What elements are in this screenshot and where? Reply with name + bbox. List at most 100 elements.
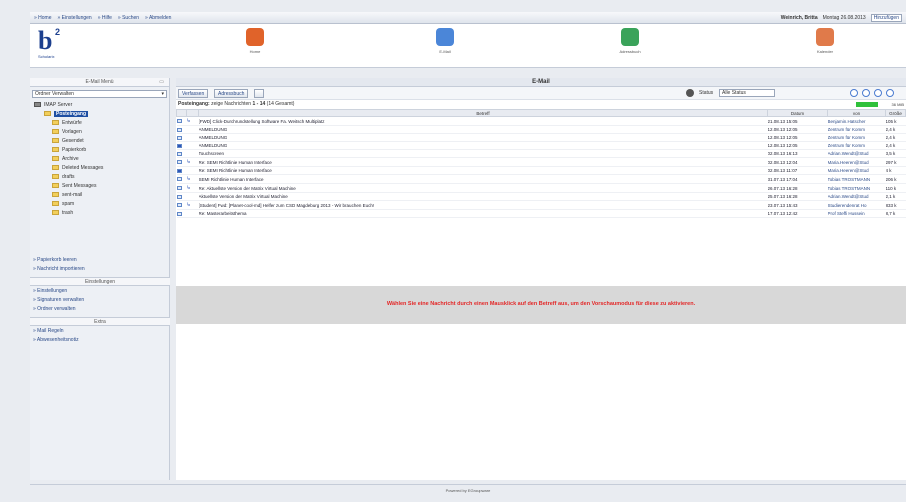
folder-item[interactable]: Deleted Messages: [30, 164, 169, 173]
folder-icon: [52, 120, 59, 126]
table-row[interactable]: Re: SEMI Richtlinie Human Interface 02.08…: [176, 166, 906, 175]
message-subject[interactable]: Re: SEMI Richtlinie Human Interface: [198, 157, 768, 167]
column-header[interactable]: Größe: [885, 109, 906, 117]
top-nav-item[interactable]: » Home: [34, 15, 52, 21]
nav-addressbook[interactable]: Adressbuch: [610, 28, 650, 54]
table-row[interactable]: ↳ SEMI Richtlinie Human Interface 31.07.13…: [176, 174, 906, 184]
compose-button[interactable]: Verfassen: [178, 89, 209, 98]
sidebar-menu: » Papierkorb leeren» Nachricht importier…: [30, 256, 170, 345]
nav-calendar[interactable]: Kalender: [805, 28, 845, 54]
folder-item[interactable]: Posteingang: [30, 110, 169, 119]
nav-label: Home: [249, 49, 261, 54]
sidebar-link[interactable]: » Ordner verwalten: [30, 305, 170, 314]
message-subject[interactable]: Re: SEMI Richtlinie Human Interface: [198, 166, 768, 175]
sidebar-link[interactable]: » Signaturen verwalten: [30, 296, 170, 305]
table-row[interactable]: ↳ [FWD] Click-Durchrundstellung Software …: [176, 116, 906, 126]
message-from[interactable]: Adrian.Wendt@Stud: [827, 192, 886, 201]
collapse-icon[interactable]: ▭: [159, 78, 164, 87]
tree-root-imap[interactable]: IMAP Server: [30, 101, 169, 110]
message-subject[interactable]: ANMELDUNG: [198, 125, 768, 134]
next-page-icon[interactable]: [874, 89, 882, 97]
column-header[interactable]: [176, 109, 187, 117]
folder-item[interactable]: Sent Messages: [30, 182, 169, 191]
message-subject[interactable]: Aktuellste Version der Matrix Virtual Ma…: [198, 192, 768, 201]
current-date: Montag 26.08.2013: [822, 15, 866, 21]
nav-email[interactable]: E-Mail: [425, 28, 465, 54]
main-panel: E-Mail Verfassen Adressbuch Status Alle …: [176, 78, 906, 480]
message-from[interactable]: Tobias TROSTMANN: [827, 183, 886, 193]
folder-item[interactable]: spam: [30, 200, 169, 209]
message-from[interactable]: Zentrum für Komm: [827, 141, 886, 150]
folder-icon: [52, 174, 59, 180]
folder-item[interactable]: Papierkorb: [30, 146, 169, 155]
table-row[interactable]: Aktuellste Version der Matrix Virtual Ma…: [176, 192, 906, 201]
sidebar-link[interactable]: » Abwesenheitsnotiz: [30, 336, 170, 345]
table-row[interactable]: Re: Masterarbeitsthema 17.07.13 12:42 Prof…: [176, 209, 906, 218]
folder-item[interactable]: sent-mail: [30, 191, 169, 200]
message-size: 110 k: [885, 183, 906, 193]
table-row[interactable]: Touchscreen 02.08.13 16:13 Adrian.Wendt@St…: [176, 149, 906, 158]
table-row[interactable]: ANMELDUNG 12.08.13 12:05 Zentrum für Komm 2…: [176, 141, 906, 150]
nav-label: E-Mail: [439, 49, 451, 54]
message-subject[interactable]: [Student] Fwd: [Planet-cool-md] Helfer z…: [198, 200, 768, 210]
folder-item[interactable]: Entwürfe: [30, 119, 169, 128]
folder-item[interactable]: trash: [30, 209, 169, 218]
select-icon[interactable]: [254, 89, 264, 98]
first-page-icon[interactable]: [850, 89, 858, 97]
message-subject[interactable]: [FWD] Click-Durchrundstellung Software F…: [198, 116, 768, 126]
message-from[interactable]: Benjamin.Hatscher: [827, 116, 886, 126]
table-row[interactable]: ↳ Re: Aktuellste Version der Matrix Virtu…: [176, 183, 906, 193]
message-from[interactable]: Maria.Heeren@Stud: [827, 157, 886, 167]
quick-add-select[interactable]: Hinzufügen: [870, 14, 902, 22]
addressbook-button[interactable]: Adressbuch: [214, 89, 249, 98]
message-subject[interactable]: Re: Aktuellste Version der Matrix Virtua…: [198, 183, 768, 193]
table-row[interactable]: ANMELDUNG 12.08.13 12:05 Zentrum für Komm 2…: [176, 125, 906, 134]
column-header[interactable]: [186, 109, 199, 117]
server-icon: [34, 102, 41, 108]
message-subject[interactable]: ANMELDUNG: [198, 141, 768, 150]
message-subject[interactable]: SEMI Richtlinie Human Interface: [198, 174, 768, 184]
page-title: E-Mail: [176, 78, 906, 87]
nav-label: Adressbuch: [619, 49, 641, 54]
sidebar-link[interactable]: » Einstellungen: [30, 287, 170, 296]
message-from[interactable]: Tobias TROSTMANN: [827, 174, 886, 184]
top-nav-item[interactable]: » Einstellungen: [58, 15, 92, 21]
message-from[interactable]: Zentrum für Komm: [827, 133, 886, 142]
settings-icon[interactable]: [686, 89, 694, 97]
attachment-icon: ↳: [186, 118, 191, 124]
prev-page-icon[interactable]: [862, 89, 870, 97]
folder-item[interactable]: Gesendet: [30, 137, 169, 146]
nav-home[interactable]: Home: [235, 28, 275, 54]
message-from[interactable]: Zentrum für Komm: [827, 125, 886, 134]
folder-item[interactable]: Archive: [30, 155, 169, 164]
folder-item[interactable]: Vorlagen: [30, 128, 169, 137]
message-subject[interactable]: ANMELDUNG: [198, 133, 768, 142]
folder-select[interactable]: Ordner Verwalten ▾: [32, 90, 167, 98]
attachment-icon: ↳: [186, 159, 191, 165]
table-row[interactable]: ↳ Re: SEMI Richtlinie Human Interface 02.0…: [176, 157, 906, 167]
table-row[interactable]: ↳ [Student] Fwd: [Planet-cool-md] Helfer …: [176, 200, 906, 210]
sidebar-link[interactable]: » Papierkorb leeren: [30, 256, 170, 265]
message-from[interactable]: Studierendenrat Ho: [827, 200, 886, 210]
sidebar-section-heading: Einstellungen: [30, 277, 170, 286]
message-from[interactable]: Prof Steffi Hussein: [827, 209, 886, 218]
message-date: 12.08.13 12:05: [767, 125, 828, 134]
message-subject[interactable]: Touchscreen: [198, 149, 768, 158]
quota-text: 36 MiB: [891, 102, 904, 107]
message-range: 1 - 14: [252, 101, 266, 107]
message-from[interactable]: Adrian.Wendt@Stud: [827, 149, 886, 158]
column-header[interactable]: Betreff: [198, 109, 768, 117]
message-from[interactable]: Maria.Heeren@Stud: [827, 166, 886, 175]
table-row[interactable]: ANMELDUNG 12.08.13 12:05 Zentrum für Komm 2…: [176, 133, 906, 142]
sidebar-link[interactable]: » Mail Regeln: [30, 327, 170, 336]
top-nav-item[interactable]: » Suchen: [118, 15, 139, 21]
folder-item[interactable]: drafts: [30, 173, 169, 182]
last-page-icon[interactable]: [886, 89, 894, 97]
column-header[interactable]: von: [827, 109, 886, 117]
message-subject[interactable]: Re: Masterarbeitsthema: [198, 209, 768, 218]
top-nav-item[interactable]: » Hilfe: [98, 15, 112, 21]
top-nav-item[interactable]: » Abmelden: [145, 15, 171, 21]
sidebar-link[interactable]: » Nachricht importieren: [30, 265, 170, 274]
status-select[interactable]: Alle Status: [719, 89, 775, 97]
column-header[interactable]: Datum: [767, 109, 828, 117]
